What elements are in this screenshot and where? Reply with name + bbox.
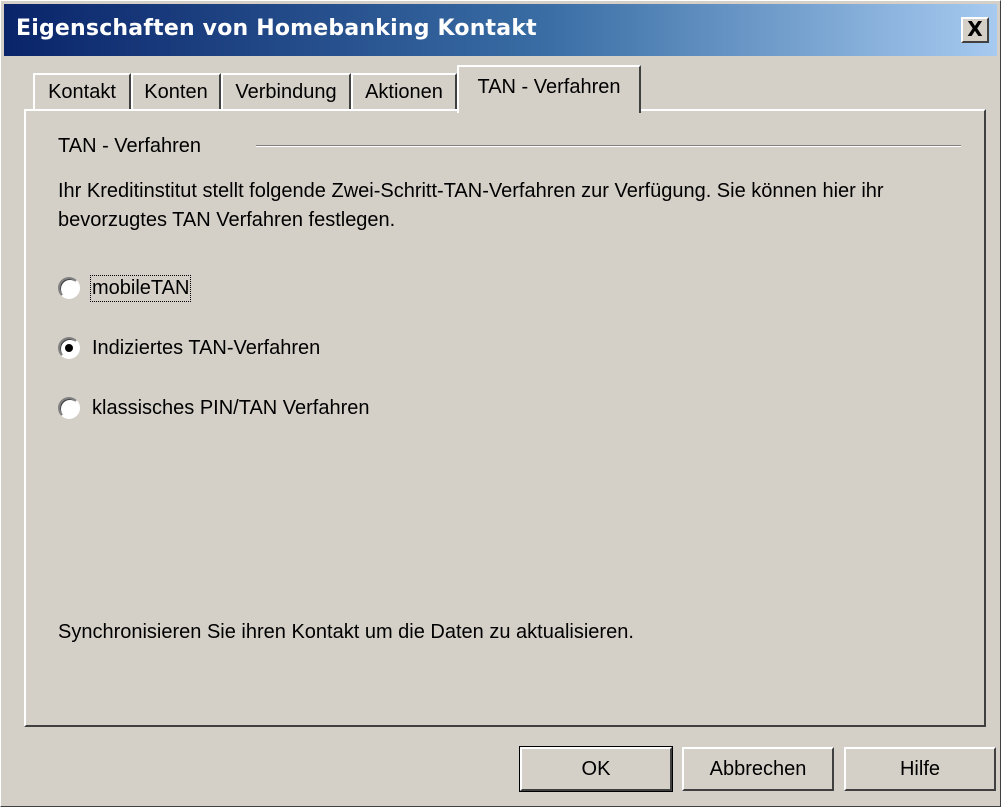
radio-label[interactable]: mobileTAN	[89, 274, 192, 302]
radio-option-klassisches-pin-tan[interactable]: klassisches PIN/TAN Verfahren	[58, 393, 370, 423]
help-button-label: Hilfe	[899, 758, 940, 780]
properties-dialog: Eigenschaften von Homebanking Kontakt X …	[0, 0, 1001, 807]
sync-hint-text: Synchronisieren Sie ihren Kontakt um die…	[58, 621, 634, 643]
radio-button[interactable]	[58, 277, 80, 299]
window-title: Eigenschaften von Homebanking Kontakt	[16, 16, 537, 41]
radio-button[interactable]	[58, 397, 80, 419]
tab-label: Konten	[144, 81, 208, 103]
close-icon: X	[967, 17, 983, 41]
tab-label: Aktionen	[365, 81, 443, 103]
tab-verbindung[interactable]: Verbindung	[221, 73, 351, 111]
tab-label: Verbindung	[235, 81, 337, 103]
radio-label[interactable]: Indiziertes TAN-Verfahren	[92, 337, 320, 360]
description-text: Ihr Kreditinstitut stellt folgende Zwei-…	[58, 180, 884, 231]
group-title: TAN - Verfahren	[58, 135, 202, 157]
title-bar[interactable]: Eigenschaften von Homebanking Kontakt X	[4, 4, 997, 56]
cancel-button-label: Abbrechen	[709, 758, 807, 780]
ok-button-label: OK	[581, 758, 611, 780]
radio-option-mobiletan[interactable]: mobileTAN	[58, 273, 192, 303]
ok-button[interactable]: OK	[519, 746, 673, 792]
group-divider	[256, 145, 961, 147]
cancel-button[interactable]: Abbrechen	[682, 747, 834, 791]
radio-label[interactable]: klassisches PIN/TAN Verfahren	[92, 397, 370, 420]
tab-aktionen[interactable]: Aktionen	[351, 73, 457, 111]
tab-kontakt[interactable]: Kontakt	[33, 73, 131, 111]
tab-panel-tan-verfahren: TAN - Verfahren Ihr Kreditinstitut stell…	[24, 109, 986, 727]
tab-tan-verfahren[interactable]: TAN - Verfahren	[457, 65, 641, 113]
help-button[interactable]: Hilfe	[844, 747, 996, 791]
close-button[interactable]: X	[961, 17, 989, 43]
tab-konten[interactable]: Konten	[131, 73, 221, 111]
radio-option-indiziertes-tan[interactable]: Indiziertes TAN-Verfahren	[58, 333, 320, 363]
radio-selected-dot	[65, 344, 73, 352]
tab-label: TAN - Verfahren	[477, 76, 621, 98]
radio-button[interactable]	[58, 337, 80, 359]
tab-label: Kontakt	[48, 81, 116, 103]
